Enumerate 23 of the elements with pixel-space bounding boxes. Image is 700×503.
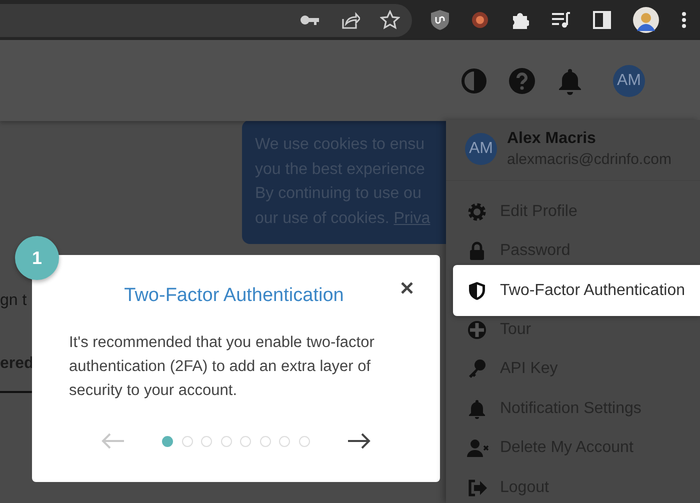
profile-avatar-icon[interactable] xyxy=(633,7,659,33)
address-bar[interactable] xyxy=(0,4,412,36)
logout-icon xyxy=(467,478,489,498)
burst-icon[interactable] xyxy=(471,11,489,29)
playlist-icon[interactable] xyxy=(551,11,571,29)
step-dot[interactable] xyxy=(162,436,174,446)
user-avatar: AM xyxy=(465,133,497,165)
menu-item[interactable]: Two-Factor Authentication xyxy=(453,265,700,316)
key-icon[interactable] xyxy=(300,14,320,26)
star-icon[interactable] xyxy=(380,10,400,30)
user-avatar[interactable]: AM xyxy=(613,64,645,96)
more-icon[interactable] xyxy=(681,11,687,29)
puzzle-icon[interactable] xyxy=(511,11,529,29)
lifebuoy-icon xyxy=(467,320,489,340)
step-badge: 1 xyxy=(15,236,59,280)
user-remove-icon xyxy=(467,438,489,458)
close-icon[interactable] xyxy=(401,282,413,294)
share-icon[interactable] xyxy=(340,10,360,30)
next-arrow-icon[interactable] xyxy=(346,433,371,449)
dialog-title: Two-Factor Authentication xyxy=(123,285,345,307)
side-panel-icon[interactable] xyxy=(593,11,611,29)
dialog-text: It's recommended that you enable two-factor authentication (2FA) to add an extra layer of security to your account. xyxy=(69,333,376,401)
shield-icon[interactable] xyxy=(431,10,449,30)
